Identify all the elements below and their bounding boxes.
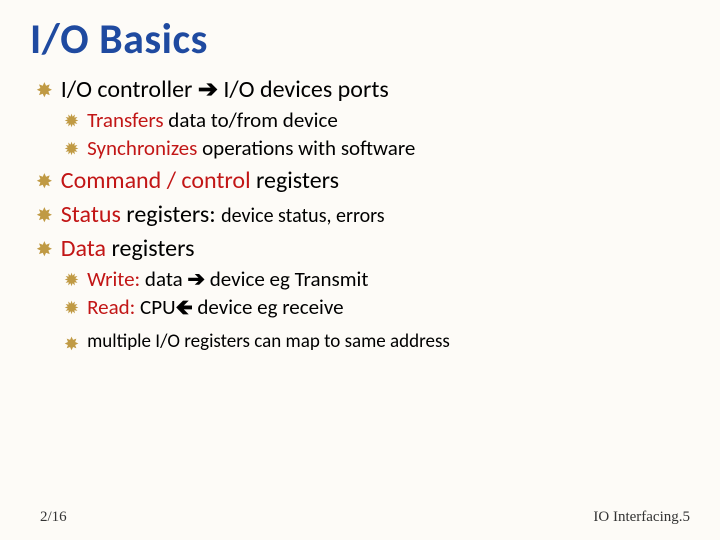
flower-icon: ✹ (64, 110, 79, 133)
flower-icon: ✹ (64, 297, 79, 320)
flower-icon: ✸ (36, 170, 53, 195)
flower-icon: ✸ (36, 238, 53, 263)
bullet-text: Command / control registers (61, 166, 339, 196)
flower-icon: ✹ (64, 269, 79, 292)
bullet-io-controller: ✸ I/O controller ➔ I/O devices ports (36, 75, 690, 105)
bullet-text: multiple I/O registers can map to same a… (87, 330, 450, 354)
footer-date: 2/16 (40, 509, 67, 526)
bullet-text: Synchronizes operations with software (87, 135, 415, 161)
bullet-text: Transfers data to/from device (87, 107, 338, 133)
flower-icon: ✸ (64, 333, 79, 356)
bullet-text: I/O controller ➔ I/O devices ports (61, 75, 389, 105)
bullet-text: Write: data ➔ device eg Transmit (87, 266, 368, 292)
bullet-text: Data registers (61, 234, 195, 264)
sub-bullet-transfers: ✹ Transfers data to/from device (64, 107, 690, 133)
arrow-right-icon: ➔ (198, 75, 218, 104)
flower-icon: ✸ (36, 79, 53, 104)
content-area: ✸ I/O controller ➔ I/O devices ports ✹ T… (30, 75, 690, 356)
bullet-data-registers: ✸ Data registers (36, 234, 690, 264)
footer-page: IO Interfacing.5 (593, 509, 690, 526)
bullet-status-registers: ✸ Status registers: device status, error… (36, 200, 690, 230)
flower-icon: ✸ (36, 204, 53, 229)
sub-bullet-read: ✹ Read: CPU🡸 device eg receive (64, 294, 690, 320)
bullet-text: Read: CPU🡸 device eg receive (87, 294, 344, 320)
sub-bullet-write: ✹ Write: data ➔ device eg Transmit (64, 266, 690, 292)
arrow-right-icon: ➔ (187, 266, 205, 292)
arrow-left-icon: 🡸 (176, 294, 193, 320)
bullet-command-control: ✸ Command / control registers (36, 166, 690, 196)
flower-icon: ✹ (64, 138, 79, 161)
sub-bullet-synchronizes: ✹ Synchronizes operations with software (64, 135, 690, 161)
bullet-text: Status registers: device status, errors (61, 200, 385, 230)
slide: I/O Basics ✸ I/O controller ➔ I/O device… (0, 0, 720, 540)
slide-title: I/O Basics (30, 14, 690, 65)
sub-bullet-multiple: ✸ multiple I/O registers can map to same… (64, 330, 690, 356)
